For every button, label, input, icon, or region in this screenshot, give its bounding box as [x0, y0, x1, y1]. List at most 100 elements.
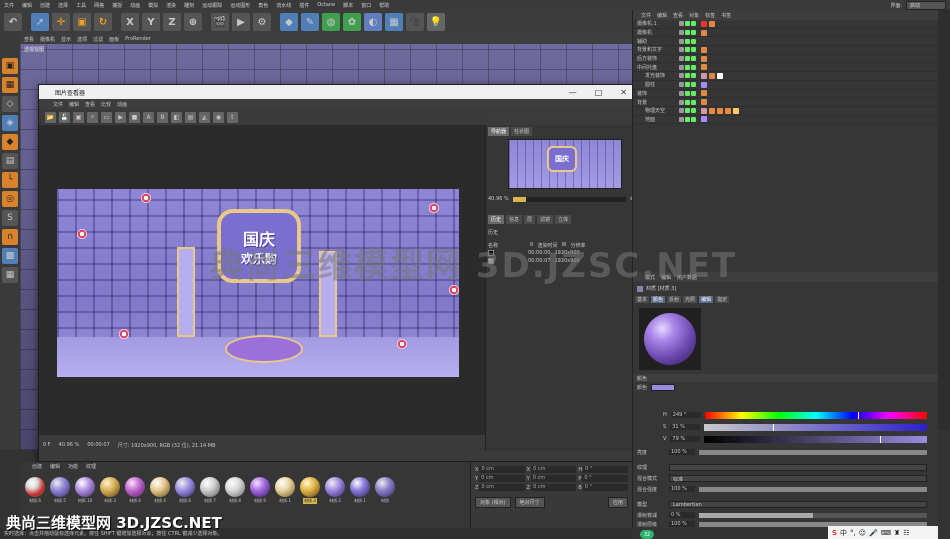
layout-select[interactable]: 启动: [906, 0, 946, 10]
navigator-zoom-value[interactable]: 40.96 %: [488, 196, 509, 202]
brightness-value[interactable]: 100 %: [669, 449, 695, 455]
visibility-flag-icon[interactable]: [691, 82, 696, 88]
zoom-icon[interactable]: ⌕: [87, 111, 98, 123]
viewport-menu-display[interactable]: 显示: [61, 36, 71, 43]
undo-icon[interactable]: ↶: [4, 13, 22, 31]
coord-input[interactable]: 0 cm: [479, 484, 525, 491]
tab-history[interactable]: 历史: [488, 215, 505, 224]
fit-icon[interactable]: ▣: [73, 111, 84, 123]
visibility-flag-icon[interactable]: [685, 90, 690, 96]
viewport-menu-view[interactable]: 查看: [24, 36, 34, 43]
material-swatch[interactable]: 材质.6: [24, 477, 46, 504]
coord-input[interactable]: 0 cm: [531, 466, 577, 473]
material-swatch[interactable]: 材质.7: [199, 477, 221, 504]
pv-menu-view[interactable]: 查看: [85, 101, 95, 108]
list-item[interactable]: 发光装饰: [633, 72, 938, 81]
om-menu-bookmarks[interactable]: 书签: [721, 12, 731, 19]
ab-compare-icon[interactable]: A: [143, 111, 154, 123]
ime-punct-icon[interactable]: °,: [850, 529, 856, 537]
hue-value[interactable]: 249 °: [670, 412, 701, 418]
ime-mic-icon[interactable]: 🎤: [869, 529, 878, 537]
menu-script[interactable]: 脚本: [343, 2, 353, 9]
menu-tools[interactable]: 工具: [76, 2, 86, 9]
viewport-menu-panel[interactable]: 面板: [109, 36, 119, 43]
tab-stereo[interactable]: 立体: [555, 215, 572, 224]
ime-keyboard-icon[interactable]: ⌨: [881, 529, 891, 537]
om-menu-edit[interactable]: 编辑: [657, 12, 667, 19]
material-swatch[interactable]: 材质.1: [349, 477, 371, 504]
maximize-icon[interactable]: □: [595, 88, 603, 97]
split-icon[interactable]: ◧: [171, 111, 182, 123]
list-item[interactable]: 地面: [633, 116, 938, 125]
visibility-flag-icon[interactable]: [691, 38, 696, 44]
visibility-flag-icon[interactable]: [691, 64, 696, 70]
visibility-flag-icon[interactable]: [685, 64, 690, 70]
material-swatch[interactable]: 材质.6: [174, 477, 196, 504]
mix-mode-select[interactable]: 标准: [669, 474, 927, 483]
color-swatch[interactable]: [651, 384, 676, 391]
visibility-flag-icon[interactable]: [685, 116, 690, 122]
mix-strength-value[interactable]: 100 %: [669, 486, 695, 492]
pv-menu-edit[interactable]: 编辑: [69, 101, 79, 108]
apply-button[interactable]: 应用: [607, 497, 628, 508]
visibility-flag-icon[interactable]: [691, 47, 696, 53]
material-swatch[interactable]: 材质.2: [324, 477, 346, 504]
tag-icon[interactable]: [717, 107, 723, 114]
list-item[interactable]: 背景和文字: [633, 46, 938, 55]
menu-pipeline[interactable]: 流水线: [276, 2, 291, 9]
visibility-flag-icon[interactable]: [679, 73, 684, 79]
tab-assign[interactable]: 指定: [715, 296, 730, 303]
list-item[interactable]: 后方装饰: [633, 55, 938, 64]
model-select[interactable]: Lambertian: [669, 500, 927, 508]
ime-emoji-icon[interactable]: ☺: [859, 529, 866, 537]
tag-icon[interactable]: [717, 72, 723, 79]
menu-file[interactable]: 文件: [4, 2, 14, 9]
list-item[interactable]: 物理天空: [633, 107, 938, 116]
tag-icon[interactable]: [709, 20, 715, 27]
tag-icon[interactable]: [701, 20, 707, 27]
visibility-flag-icon[interactable]: [685, 56, 690, 62]
tag-icon[interactable]: [701, 107, 707, 114]
render-region-icon[interactable]: ▭: [101, 111, 112, 123]
floor-icon[interactable]: ▦: [385, 13, 403, 31]
diffuse-level-value[interactable]: 100 %: [669, 521, 695, 527]
material-swatch[interactable]: 材质.10: [74, 477, 96, 504]
move-icon[interactable]: ✛: [52, 13, 70, 31]
visibility-flag-icon[interactable]: [691, 73, 696, 79]
mix-strength-slider[interactable]: [699, 486, 927, 492]
navigator-thumbnail[interactable]: 国庆: [508, 139, 622, 189]
coord-icon[interactable]: ⊕: [184, 13, 202, 31]
visibility-flag-icon[interactable]: [685, 21, 690, 27]
tag-icon[interactable]: [701, 64, 707, 71]
axis-mode-icon[interactable]: └: [2, 172, 18, 188]
coord-input[interactable]: 0 cm: [479, 466, 525, 473]
visibility-flag-icon[interactable]: [691, 108, 696, 114]
ime-menu-icon[interactable]: ☷: [903, 529, 909, 537]
coord-size-select[interactable]: 绝对尺寸: [514, 497, 545, 508]
visibility-flag-icon[interactable]: [685, 108, 690, 114]
grid-icon[interactable]: ▦: [2, 267, 18, 283]
coord-input[interactable]: 0 cm: [530, 475, 577, 482]
list-item[interactable]: 装饰: [633, 90, 938, 99]
viewport-menu-prorender[interactable]: ProRender: [125, 36, 151, 42]
select-icon[interactable]: ➚: [31, 13, 49, 31]
visibility-flag-icon[interactable]: [679, 108, 684, 114]
tag-icon[interactable]: [701, 46, 707, 53]
pen-icon[interactable]: ✎: [301, 13, 319, 31]
visibility-flag-icon[interactable]: [679, 99, 684, 105]
tab-basic[interactable]: 基本: [635, 296, 650, 303]
list-item[interactable]: 圆柱: [633, 81, 938, 90]
texture-field[interactable]: [669, 463, 927, 471]
om-menu-view[interactable]: 查看: [673, 12, 683, 19]
texture-mode-icon[interactable]: ▦: [2, 77, 18, 93]
value-value[interactable]: 79 %: [670, 436, 701, 442]
tab-navigator[interactable]: 导航器: [488, 127, 510, 136]
rotate-icon[interactable]: ↻: [94, 13, 112, 31]
menu-snap[interactable]: 捕捉: [112, 2, 122, 9]
tab-editor[interactable]: 编辑: [699, 296, 714, 303]
menu-octane[interactable]: Octane: [317, 2, 335, 8]
menu-help[interactable]: 帮助: [379, 2, 389, 9]
visibility-flag-icon[interactable]: [691, 90, 696, 96]
visibility-flag-icon[interactable]: [685, 73, 690, 79]
snap-icon[interactable]: S: [2, 210, 18, 226]
